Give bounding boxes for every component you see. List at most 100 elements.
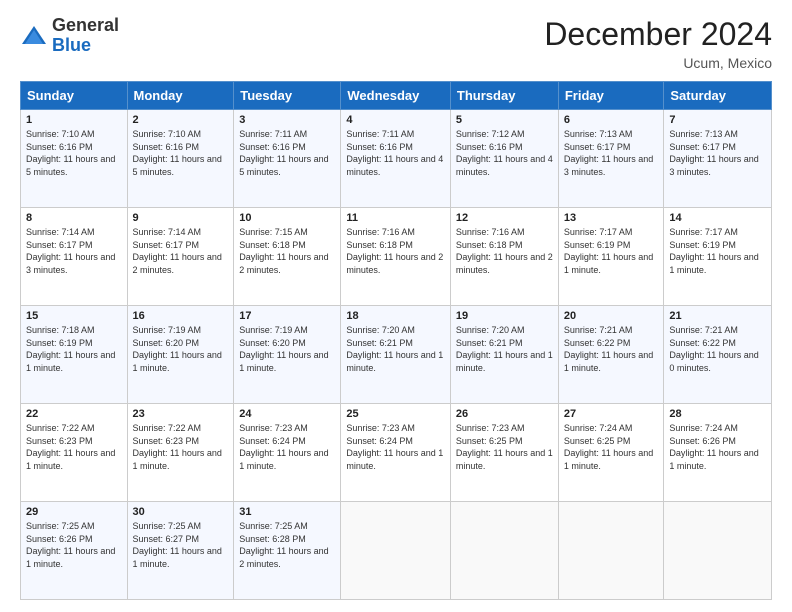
day-info: Sunrise: 7:16 AM Sunset: 6:18 PM Dayligh… [346,226,445,276]
day-info: Sunrise: 7:17 AM Sunset: 6:19 PM Dayligh… [564,226,659,276]
day-info: Sunrise: 7:23 AM Sunset: 6:25 PM Dayligh… [456,422,553,472]
day-number: 19 [456,310,553,322]
day-info: Sunrise: 7:13 AM Sunset: 6:17 PM Dayligh… [564,128,659,178]
day-info: Sunrise: 7:21 AM Sunset: 6:22 PM Dayligh… [669,324,766,374]
calendar-cell: 23Sunrise: 7:22 AM Sunset: 6:23 PM Dayli… [127,404,234,502]
day-number: 10 [239,212,335,224]
calendar-cell: 17 Sunrise: 7:19 AM Sunset: 6:20 PM Dayli… [234,306,341,404]
calendar-cell: 11 Sunrise: 7:16 AM Sunset: 6:18 PM Dayli… [341,208,451,306]
day-info: Sunrise: 7:14 AM Sunset: 6:17 PM Dayligh… [26,226,122,276]
day-number: 16 [133,310,229,322]
calendar-cell: 19 Sunrise: 7:20 AM Sunset: 6:21 PM Dayli… [450,306,558,404]
day-number: 12 [456,212,553,224]
calendar-cell: 25 Sunrise: 7:23 AM Sunset: 6:24 PM Dayli… [341,404,451,502]
col-saturday: Saturday [664,82,772,110]
calendar-header: Sunday Monday Tuesday Wednesday Thursday… [21,82,772,110]
calendar-cell: 15Sunrise: 7:18 AM Sunset: 6:19 PM Dayli… [21,306,128,404]
day-number: 11 [346,212,445,224]
col-friday: Friday [558,82,664,110]
day-number: 24 [239,408,335,420]
day-number: 28 [669,408,766,420]
calendar-cell: 8 Sunrise: 7:14 AM Sunset: 6:17 PM Daylig… [21,208,128,306]
logo-blue: Blue [52,36,119,56]
day-number: 20 [564,310,659,322]
calendar-cell [341,502,451,600]
day-number: 27 [564,408,659,420]
calendar-week-row: 1 Sunrise: 7:10 AM Sunset: 6:16 PM Daylig… [21,110,772,208]
day-info: Sunrise: 7:11 AM Sunset: 6:16 PM Dayligh… [346,128,445,178]
day-number: 30 [133,506,229,518]
calendar-cell: 27 Sunrise: 7:24 AM Sunset: 6:25 PM Dayli… [558,404,664,502]
day-number: 17 [239,310,335,322]
day-info: Sunrise: 7:23 AM Sunset: 6:24 PM Dayligh… [346,422,445,472]
calendar-week-row: 15Sunrise: 7:18 AM Sunset: 6:19 PM Dayli… [21,306,772,404]
day-number: 5 [456,114,553,126]
calendar-cell: 26 Sunrise: 7:23 AM Sunset: 6:25 PM Dayli… [450,404,558,502]
day-info: Sunrise: 7:24 AM Sunset: 6:25 PM Dayligh… [564,422,659,472]
day-info: Sunrise: 7:10 AM Sunset: 6:16 PM Dayligh… [26,128,122,178]
calendar-cell: 1 Sunrise: 7:10 AM Sunset: 6:16 PM Daylig… [21,110,128,208]
calendar-cell: 2Sunrise: 7:10 AM Sunset: 6:16 PM Daylig… [127,110,234,208]
calendar-cell [450,502,558,600]
calendar-body: 1 Sunrise: 7:10 AM Sunset: 6:16 PM Daylig… [21,110,772,600]
day-info: Sunrise: 7:22 AM Sunset: 6:23 PM Dayligh… [133,422,229,472]
day-info: Sunrise: 7:12 AM Sunset: 6:16 PM Dayligh… [456,128,553,178]
calendar-cell: 3Sunrise: 7:11 AM Sunset: 6:16 PM Daylig… [234,110,341,208]
calendar-cell: 30Sunrise: 7:25 AM Sunset: 6:27 PM Dayli… [127,502,234,600]
day-info: Sunrise: 7:21 AM Sunset: 6:22 PM Dayligh… [564,324,659,374]
month-title: December 2024 [544,16,772,53]
day-info: Sunrise: 7:24 AM Sunset: 6:26 PM Dayligh… [669,422,766,472]
header-row: Sunday Monday Tuesday Wednesday Thursday… [21,82,772,110]
day-number: 18 [346,310,445,322]
calendar-cell: 20 Sunrise: 7:21 AM Sunset: 6:22 PM Dayli… [558,306,664,404]
day-info: Sunrise: 7:17 AM Sunset: 6:19 PM Dayligh… [669,226,766,276]
day-number: 22 [26,408,122,420]
day-info: Sunrise: 7:20 AM Sunset: 6:21 PM Dayligh… [346,324,445,374]
calendar-cell: 29 Sunrise: 7:25 AM Sunset: 6:26 PM Dayli… [21,502,128,600]
calendar-cell: 6Sunrise: 7:13 AM Sunset: 6:17 PM Daylig… [558,110,664,208]
title-block: December 2024 Ucum, Mexico [544,16,772,71]
day-number: 29 [26,506,122,518]
day-number: 13 [564,212,659,224]
logo-icon [20,22,48,50]
day-info: Sunrise: 7:25 AM Sunset: 6:26 PM Dayligh… [26,520,122,570]
col-monday: Monday [127,82,234,110]
calendar-cell: 12 Sunrise: 7:16 AM Sunset: 6:18 PM Dayli… [450,208,558,306]
calendar-cell: 16Sunrise: 7:19 AM Sunset: 6:20 PM Dayli… [127,306,234,404]
day-number: 9 [133,212,229,224]
calendar-cell [558,502,664,600]
day-number: 4 [346,114,445,126]
day-number: 3 [239,114,335,126]
day-info: Sunrise: 7:16 AM Sunset: 6:18 PM Dayligh… [456,226,553,276]
logo: General Blue [20,16,119,56]
col-tuesday: Tuesday [234,82,341,110]
col-sunday: Sunday [21,82,128,110]
calendar-cell: 13 Sunrise: 7:17 AM Sunset: 6:19 PM Dayli… [558,208,664,306]
calendar-cell: 7 Sunrise: 7:13 AM Sunset: 6:17 PM Daylig… [664,110,772,208]
day-number: 26 [456,408,553,420]
calendar-cell: 4 Sunrise: 7:11 AM Sunset: 6:16 PM Daylig… [341,110,451,208]
day-number: 25 [346,408,445,420]
calendar-cell: 24Sunrise: 7:23 AM Sunset: 6:24 PM Dayli… [234,404,341,502]
day-number: 21 [669,310,766,322]
day-number: 1 [26,114,122,126]
calendar-week-row: 29 Sunrise: 7:25 AM Sunset: 6:26 PM Dayli… [21,502,772,600]
day-number: 8 [26,212,122,224]
day-info: Sunrise: 7:13 AM Sunset: 6:17 PM Dayligh… [669,128,766,178]
top-header: General Blue December 2024 Ucum, Mexico [20,16,772,71]
col-thursday: Thursday [450,82,558,110]
calendar-cell: 18 Sunrise: 7:20 AM Sunset: 6:21 PM Dayli… [341,306,451,404]
calendar-page: General Blue December 2024 Ucum, Mexico … [0,0,792,612]
calendar-week-row: 22 Sunrise: 7:22 AM Sunset: 6:23 PM Dayli… [21,404,772,502]
logo-general: General [52,16,119,36]
day-number: 7 [669,114,766,126]
day-info: Sunrise: 7:14 AM Sunset: 6:17 PM Dayligh… [133,226,229,276]
calendar-cell: 14Sunrise: 7:17 AM Sunset: 6:19 PM Dayli… [664,208,772,306]
calendar-cell: 28 Sunrise: 7:24 AM Sunset: 6:26 PM Dayli… [664,404,772,502]
day-info: Sunrise: 7:19 AM Sunset: 6:20 PM Dayligh… [239,324,335,374]
day-info: Sunrise: 7:15 AM Sunset: 6:18 PM Dayligh… [239,226,335,276]
day-info: Sunrise: 7:20 AM Sunset: 6:21 PM Dayligh… [456,324,553,374]
calendar-cell: 9 Sunrise: 7:14 AM Sunset: 6:17 PM Daylig… [127,208,234,306]
calendar-cell: 10 Sunrise: 7:15 AM Sunset: 6:18 PM Dayli… [234,208,341,306]
day-number: 15 [26,310,122,322]
